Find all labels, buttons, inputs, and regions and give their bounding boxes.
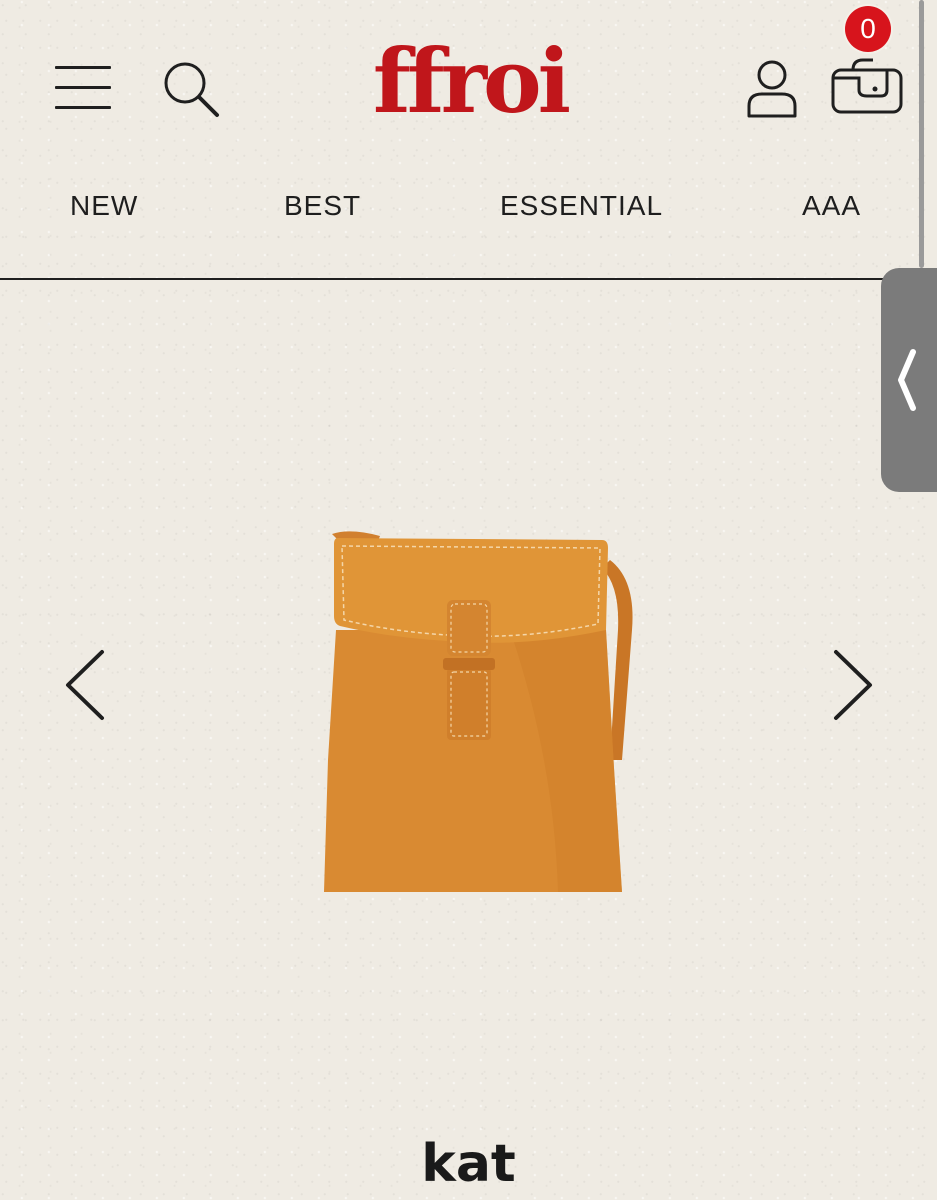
menu-bar: [55, 106, 111, 109]
product-image[interactable]: [310, 520, 650, 900]
menu-bar: [55, 86, 111, 89]
menu-button[interactable]: [55, 64, 111, 112]
account-button[interactable]: [744, 58, 800, 120]
cart-button[interactable]: [829, 56, 905, 118]
carousel-next-button[interactable]: [822, 640, 882, 730]
site-header: ffroi 0 NEW BEST ESSENTIAL AAA: [0, 0, 925, 280]
cart-count-badge: 0: [845, 6, 891, 52]
product-name[interactable]: kat: [0, 1128, 937, 1200]
side-panel-tab[interactable]: [881, 268, 937, 492]
chevron-left-icon: [66, 650, 104, 720]
nav-item-aaa[interactable]: AAA: [802, 180, 861, 232]
scrollbar[interactable]: [919, 0, 924, 268]
menu-bar: [55, 66, 111, 69]
leather-backpack-image: [324, 531, 633, 892]
category-nav: NEW BEST ESSENTIAL AAA: [0, 180, 925, 232]
chevron-right-icon: [834, 650, 872, 720]
nav-item-essential[interactable]: ESSENTIAL: [500, 180, 663, 232]
search-icon: [164, 62, 219, 117]
chevron-left-icon: [898, 349, 916, 411]
search-button[interactable]: [160, 58, 222, 120]
user-icon: [747, 60, 797, 118]
nav-item-new[interactable]: NEW: [70, 180, 138, 232]
carousel-prev-button[interactable]: [56, 640, 116, 730]
shopping-bag-icon: [831, 58, 903, 114]
nav-item-best[interactable]: BEST: [284, 180, 361, 232]
brand-logo[interactable]: ffroi: [358, 26, 582, 136]
